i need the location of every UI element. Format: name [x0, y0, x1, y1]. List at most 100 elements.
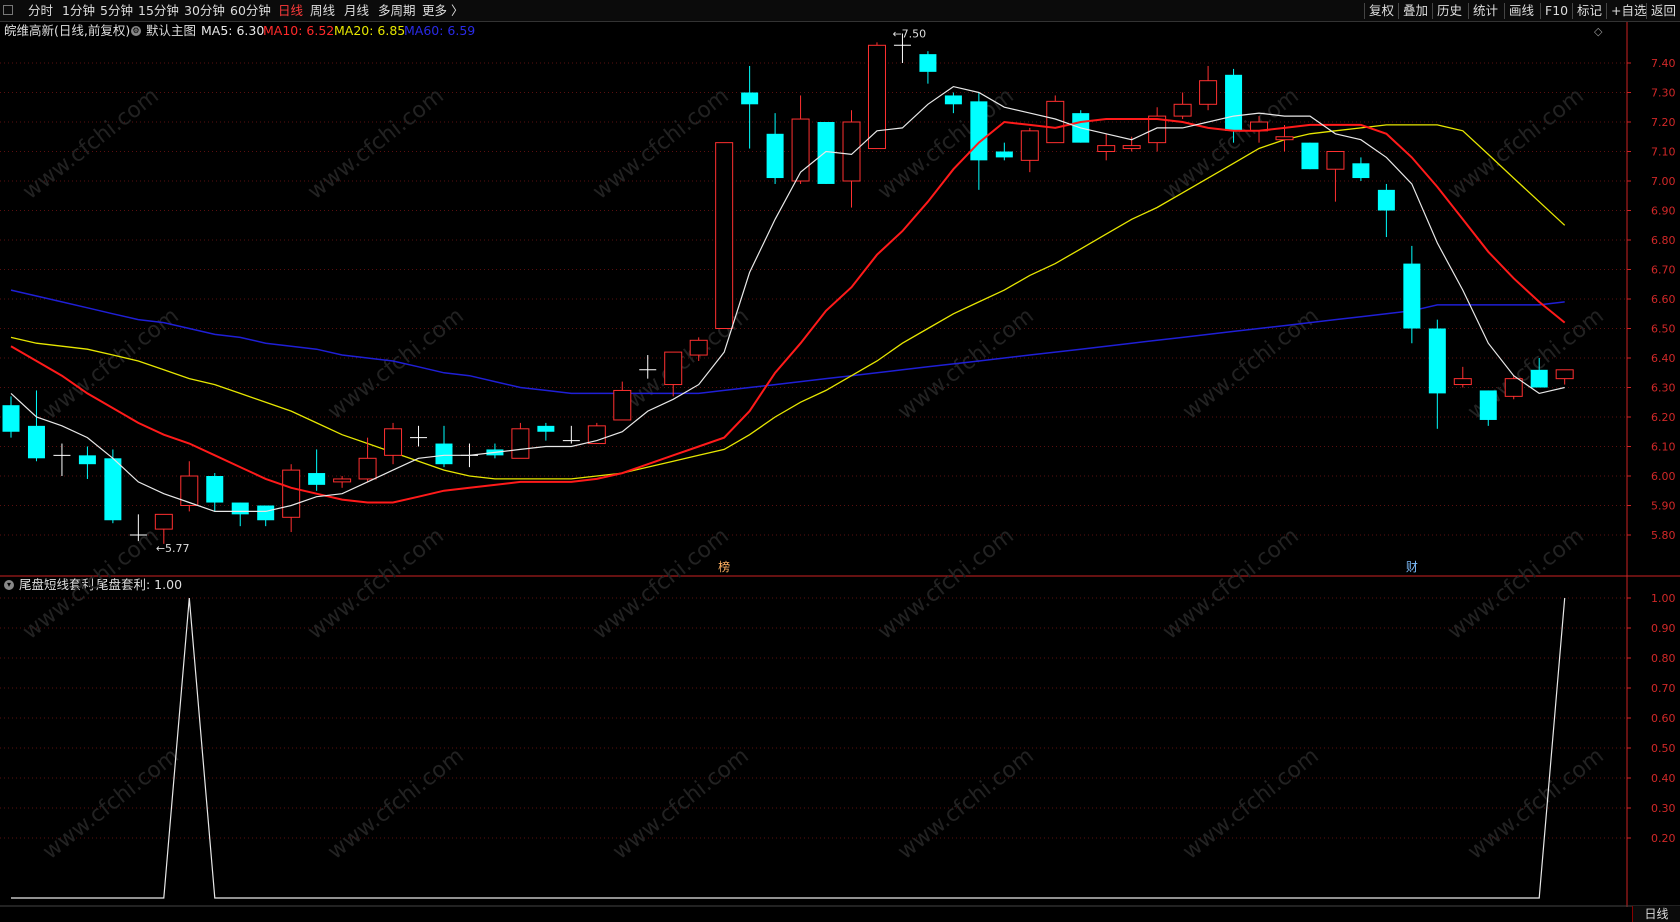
indicator-y-tick-label: 0.20 — [1651, 832, 1676, 845]
y-tick-label: 6.40 — [1651, 352, 1676, 365]
watermark-text: www.cfchi.com — [303, 83, 448, 204]
candle-down — [537, 425, 555, 432]
bang-marker: 榜 — [718, 559, 730, 574]
watermark-text: www.cfchi.com — [38, 743, 183, 864]
y-tick-label: 7.00 — [1651, 175, 1676, 188]
candle-up — [1173, 103, 1192, 117]
candle-up — [867, 44, 886, 150]
indicator-y-tick-label: 1.00 — [1651, 592, 1676, 605]
watermark-text: www.cfchi.com — [1158, 523, 1303, 644]
high-price-label: ←7.50 — [892, 28, 926, 41]
candle-down — [817, 122, 835, 184]
candle-up — [358, 457, 377, 480]
candle-up — [1275, 136, 1294, 141]
candle-down — [995, 151, 1013, 158]
y-tick-label: 7.20 — [1651, 116, 1676, 129]
watermark-text: www.cfchi.com — [893, 303, 1038, 424]
candle-up — [715, 142, 734, 329]
candle-up — [1555, 369, 1574, 380]
watermark-text: www.cfchi.com — [1178, 743, 1323, 864]
candle-down — [231, 502, 249, 515]
date-axis-bar — [0, 907, 1680, 922]
candle-down — [1403, 263, 1421, 329]
candle-down — [2, 405, 20, 432]
candle-up — [1199, 80, 1218, 105]
low-price-label: ←5.77 — [156, 542, 190, 555]
candle-down — [27, 425, 45, 459]
candle-up — [842, 121, 861, 182]
candle-up — [664, 351, 683, 386]
y-tick-label: 6.30 — [1651, 382, 1676, 395]
y-tick-label: 5.80 — [1651, 529, 1676, 542]
candle-up — [1504, 378, 1523, 397]
watermark-text: www.cfchi.com — [608, 743, 753, 864]
candle-up — [154, 513, 173, 530]
chart-svg[interactable]: 5.80 5.90 6.00 6.10 6.20 6.30 6.40 6.50 6.60 6.70… — [0, 0, 1680, 922]
candle-up — [1020, 130, 1039, 161]
ma60-line — [10, 289, 1565, 395]
candle-up — [511, 428, 530, 459]
indicator-y-tick-label: 0.30 — [1651, 802, 1676, 815]
candle-down — [970, 101, 988, 161]
candle-up — [1453, 378, 1472, 386]
candle-down — [1530, 369, 1548, 388]
watermark-text: www.cfchi.com — [1463, 743, 1608, 864]
indicator-y-tick-label: 0.90 — [1651, 622, 1676, 635]
watermark-text: www.cfchi.com — [18, 83, 163, 204]
candle-down — [1428, 328, 1446, 394]
watermark-text: www.cfchi.com — [323, 303, 468, 424]
candle-up — [1046, 100, 1065, 144]
cai-marker: 财 — [1406, 560, 1418, 574]
watermark-text: www.cfchi.com — [588, 83, 733, 204]
y-tick-label: 7.40 — [1651, 57, 1676, 70]
watermark-text: www.cfchi.com — [1178, 303, 1323, 424]
candle-down — [308, 473, 326, 485]
y-tick-label: 6.60 — [1651, 293, 1676, 306]
y-tick-label: 6.00 — [1651, 470, 1676, 483]
watermark-text: www.cfchi.com — [873, 523, 1018, 644]
indicator-y-tick-label: 0.40 — [1651, 772, 1676, 785]
period-tag[interactable]: 日线 — [1632, 906, 1680, 922]
candle-up — [1097, 145, 1116, 153]
candle-down — [435, 443, 453, 465]
candle-down — [766, 133, 784, 179]
y-tick-label: 6.10 — [1651, 441, 1676, 454]
y-tick-label: 7.30 — [1651, 87, 1676, 100]
candle-up — [689, 339, 708, 356]
candle-down — [104, 458, 122, 521]
y-tick-label: 7.10 — [1651, 146, 1676, 159]
y-tick-label: 6.20 — [1651, 411, 1676, 424]
candle-down — [1377, 189, 1395, 211]
indicator-y-tick-label: 0.80 — [1651, 652, 1676, 665]
watermark-text: www.cfchi.com — [1443, 83, 1588, 204]
watermark-text: www.cfchi.com — [588, 523, 733, 644]
candle-up — [1326, 151, 1345, 170]
candle-up — [384, 428, 403, 456]
indicator-y-tick-label: 0.60 — [1651, 712, 1676, 725]
y-tick-label: 6.50 — [1651, 323, 1676, 336]
candle-down — [1479, 390, 1497, 420]
candle-down — [206, 476, 224, 503]
candle-down — [1225, 74, 1243, 131]
watermark-text: www.cfchi.com — [1443, 523, 1588, 644]
watermark-text: www.cfchi.com — [18, 523, 163, 644]
indicator-y-tick-label: 0.50 — [1651, 742, 1676, 755]
candle-down — [919, 54, 937, 72]
watermark-text: www.cfchi.com — [303, 523, 448, 644]
y-tick-label: 6.80 — [1651, 234, 1676, 247]
ma10-line — [10, 118, 1566, 504]
ma20-line — [10, 124, 1566, 480]
candle-up — [1122, 145, 1141, 150]
candle-down — [1352, 163, 1370, 179]
candle-up — [333, 478, 352, 483]
indicator-y-tick-label: 0.70 — [1651, 682, 1676, 695]
y-tick-label: 5.90 — [1651, 500, 1676, 513]
candle-down — [944, 95, 962, 105]
candle-up — [282, 469, 301, 518]
candle-down — [741, 92, 759, 105]
watermark-text: www.cfchi.com — [323, 743, 468, 864]
watermark-text: www.cfchi.com — [893, 743, 1038, 864]
candle-up — [613, 389, 632, 421]
candle-down — [257, 505, 275, 521]
candle-down — [78, 455, 96, 465]
